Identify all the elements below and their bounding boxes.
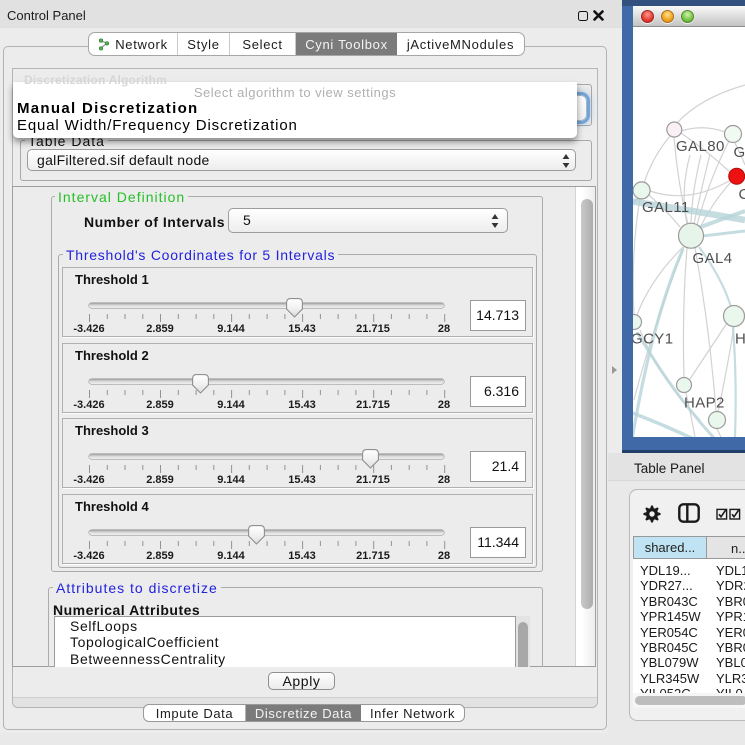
svg-text:GA: GA bbox=[734, 144, 745, 161]
svg-text:GAL80: GAL80 bbox=[676, 138, 725, 155]
svg-text:GCY1: GCY1 bbox=[633, 331, 673, 348]
svg-text:GAL11: GAL11 bbox=[642, 199, 690, 216]
svg-text:HAP2: HAP2 bbox=[684, 395, 725, 412]
svg-text:GAL4: GAL4 bbox=[693, 250, 733, 267]
svg-text:H: H bbox=[735, 331, 745, 348]
svg-text:C: C bbox=[739, 186, 745, 203]
